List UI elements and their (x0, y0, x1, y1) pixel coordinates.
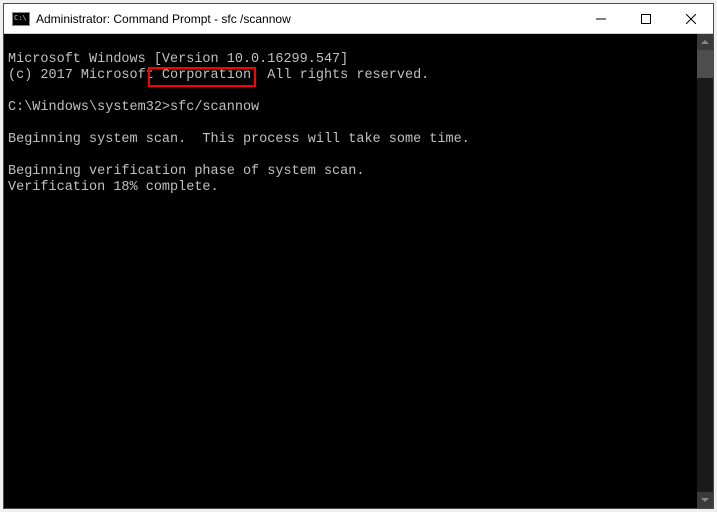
window-controls (578, 4, 713, 33)
console-line: Verification 18% complete. (8, 180, 219, 195)
console-output[interactable]: Microsoft Windows [Version 10.0.16299.54… (4, 34, 713, 508)
minimize-button[interactable] (578, 4, 623, 33)
maximize-icon (641, 14, 651, 24)
vertical-scrollbar[interactable] (697, 34, 713, 508)
console-line: (c) 2017 Microsoft Corporation. All righ… (8, 68, 429, 83)
window-title: Administrator: Command Prompt - sfc /sca… (36, 12, 578, 26)
prompt-command: sfc/scannow (170, 100, 259, 115)
titlebar[interactable]: C:\ Administrator: Command Prompt - sfc … (4, 4, 713, 34)
close-icon (686, 14, 696, 24)
console-line: Beginning verification phase of system s… (8, 164, 364, 179)
scrollbar-thumb[interactable] (697, 50, 713, 78)
prompt-path: C:\Windows\system32> (8, 100, 170, 115)
scroll-down-button[interactable] (697, 492, 713, 508)
console-line: Beginning system scan. This process will… (8, 132, 470, 147)
scrollbar-track[interactable] (697, 50, 713, 492)
close-button[interactable] (668, 4, 713, 33)
chevron-down-icon (701, 498, 709, 502)
minimize-icon (596, 14, 606, 24)
console-line: Microsoft Windows [Version 10.0.16299.54… (8, 52, 348, 67)
cmd-icon: C:\ (12, 12, 30, 26)
command-prompt-window: C:\ Administrator: Command Prompt - sfc … (3, 3, 714, 509)
console-prompt: C:\Windows\system32>sfc/scannow (8, 100, 259, 115)
cmd-icon-text: C:\ (13, 15, 27, 22)
scroll-up-button[interactable] (697, 34, 713, 50)
maximize-button[interactable] (623, 4, 668, 33)
chevron-up-icon (701, 40, 709, 44)
